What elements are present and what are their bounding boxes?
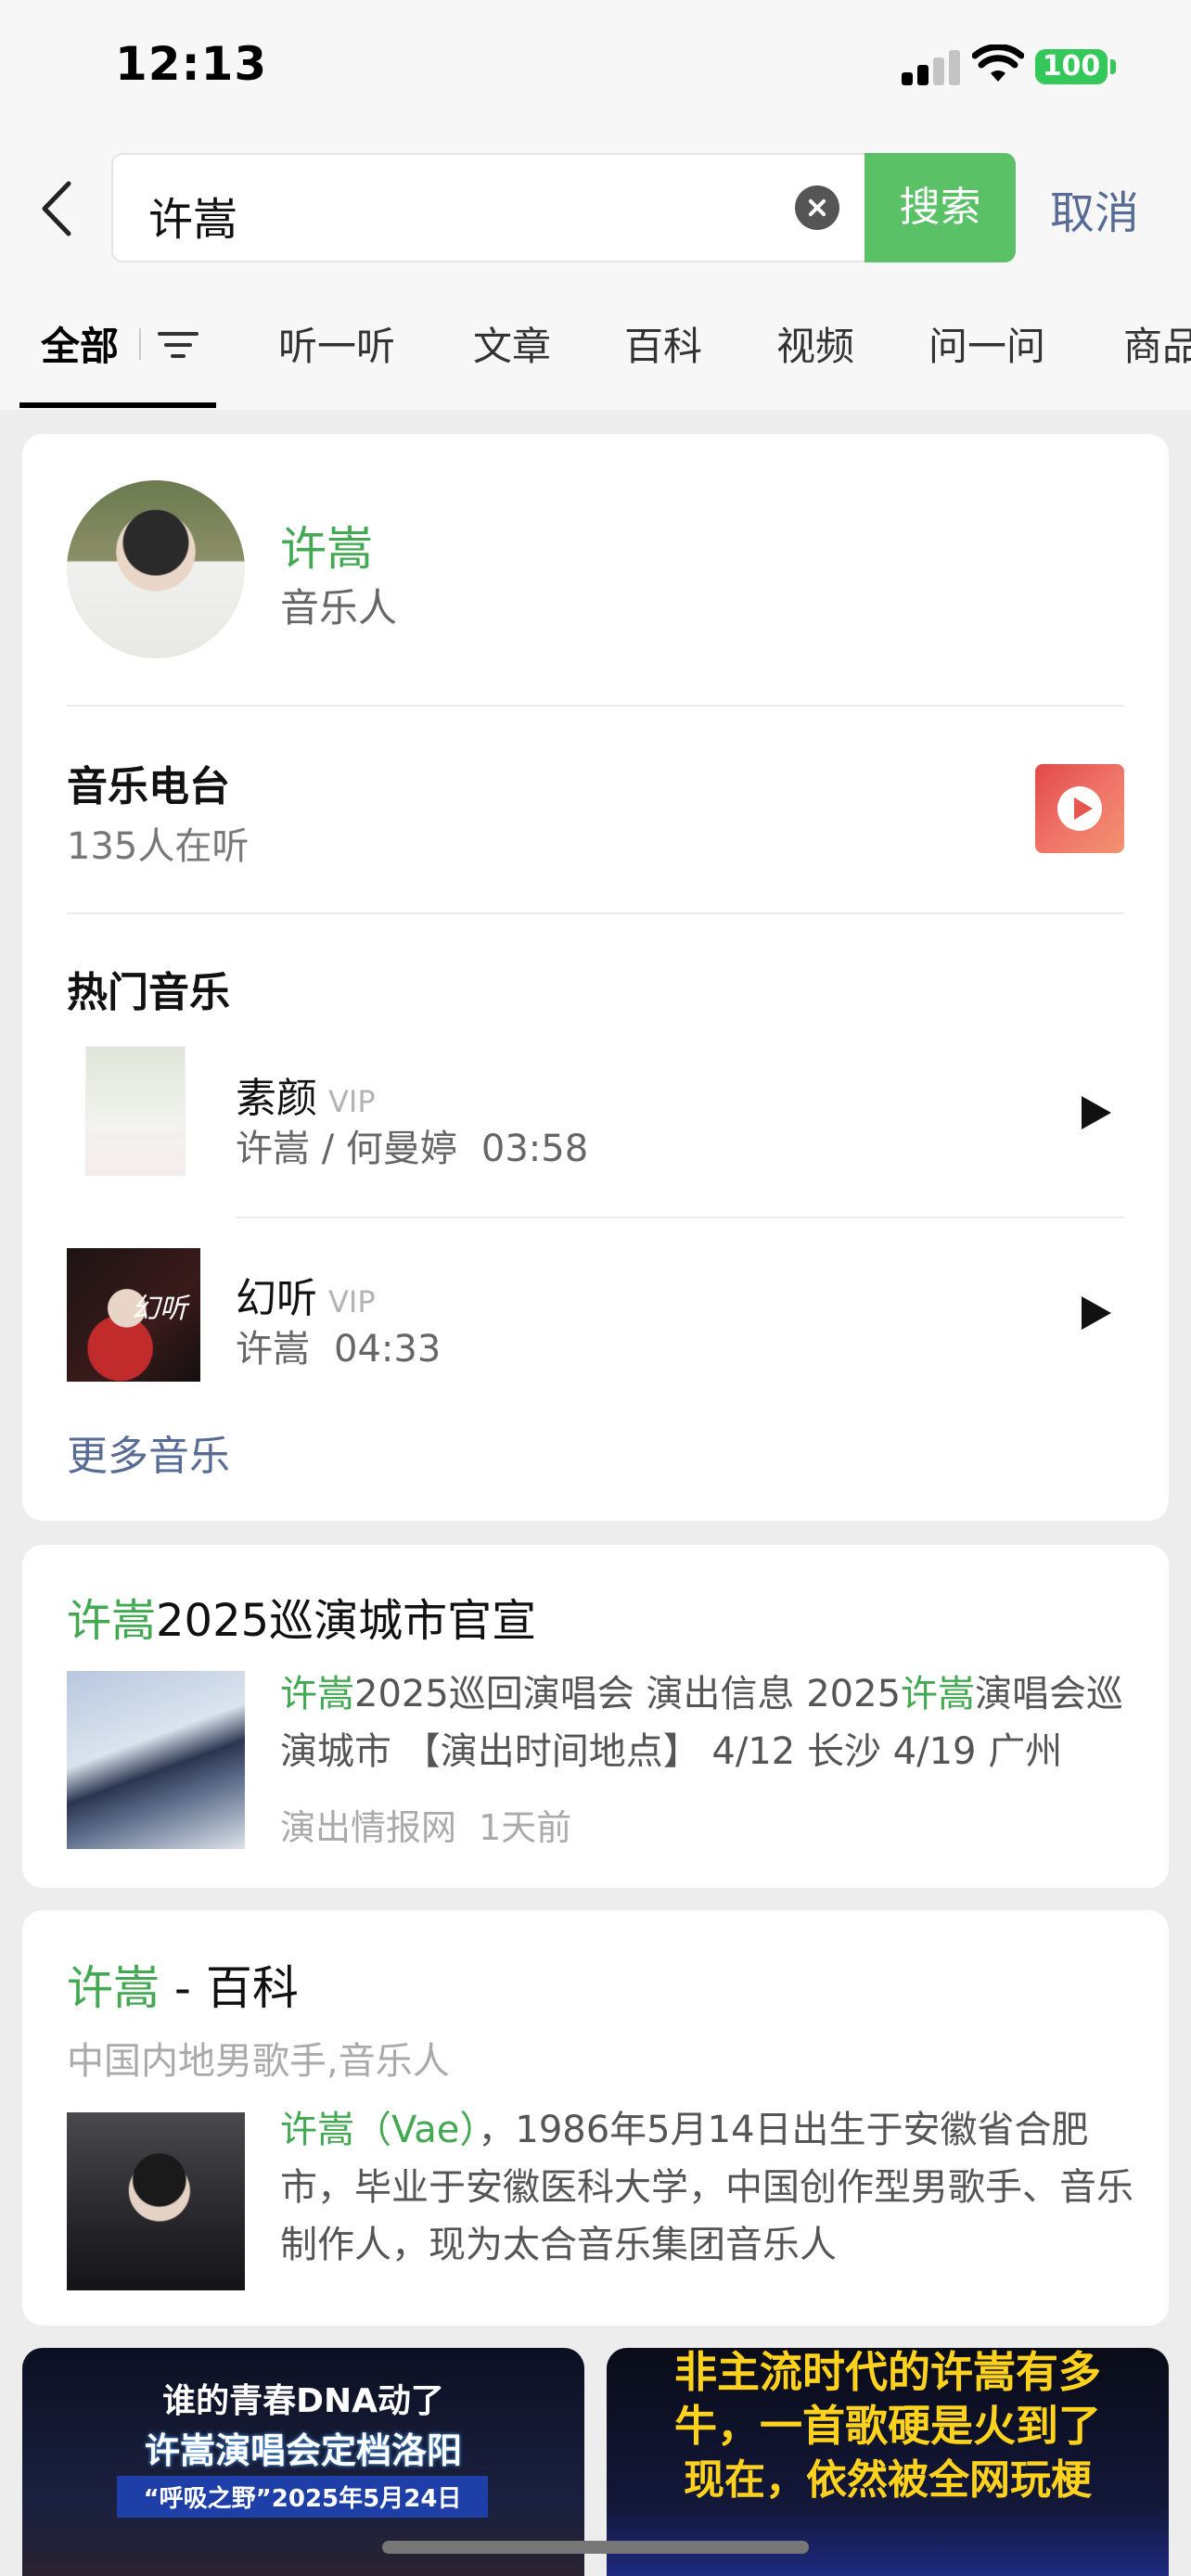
divider [67, 705, 1124, 707]
play-icon[interactable] [1082, 1096, 1111, 1129]
radio-title[interactable]: 音乐电台 [67, 753, 230, 812]
video-caption: 现在，依然被全网玩梗 [684, 2456, 1092, 2504]
battery-icon: 100 [1035, 49, 1108, 84]
baike-title[interactable]: 许嵩 - 百科 [67, 1951, 299, 2018]
search-input[interactable]: 许嵩 [148, 183, 816, 248]
search-button[interactable]: 搜索 [864, 153, 1016, 262]
wifi-icon [972, 45, 1024, 82]
battery-cap [1110, 59, 1116, 74]
tab-all[interactable]: 全部 [41, 315, 119, 372]
article-thumbnail[interactable] [67, 1671, 245, 1849]
more-music-link[interactable]: 更多音乐 [67, 1422, 230, 1482]
cellular-signal-icon [902, 48, 960, 85]
baike-subtitle: 中国内地男歌手,音乐人 [67, 2040, 450, 2083]
baike-thumbnail[interactable] [67, 2112, 245, 2290]
vip-badge: VIP [328, 1084, 376, 1119]
vip-badge: VIP [328, 1284, 376, 1320]
video-caption: 牛，一首歌硬是火到了 [674, 2401, 1101, 2451]
tab-products[interactable]: 商品 [1123, 315, 1191, 372]
song-meta: 许嵩 04:33 [236, 1328, 442, 1371]
video-caption: 许嵩演唱会定档洛阳 [144, 2430, 462, 2471]
active-tab-indicator [19, 402, 216, 408]
tab-divider [139, 328, 141, 360]
tab-articles[interactable]: 文章 [473, 315, 551, 372]
back-icon[interactable] [33, 176, 89, 241]
video-caption: 谁的青春DNA动了 [162, 2382, 444, 2420]
song-title[interactable]: 素颜 VIP [236, 1065, 376, 1124]
radio-play-button[interactable] [1035, 764, 1124, 853]
article-source: 演出情报网 1天前 [280, 1807, 572, 1848]
tab-video[interactable]: 视频 [776, 315, 854, 372]
song-cover-suyan[interactable] [85, 1046, 186, 1176]
baike-snippet: 许嵩（Vae），1986年5月14日出生于安徽省合肥市，毕业于安徽医科大学，中国… [280, 2109, 1133, 2266]
play-icon [1074, 797, 1093, 820]
status-time: 12:13 [115, 37, 268, 91]
song-cover-huanting[interactable]: 幻听 [67, 1248, 200, 1382]
artist-name[interactable]: 许嵩 [280, 512, 373, 579]
artist-avatar[interactable] [67, 480, 245, 658]
divider [67, 912, 1124, 914]
home-indicator[interactable] [382, 2541, 809, 2554]
divider [236, 1217, 1124, 1218]
filter-icon[interactable] [158, 328, 198, 362]
video-caption: “呼吸之野”2025年5月24日 [117, 2476, 488, 2518]
baike-card[interactable]: 许嵩 - 百科 中国内地男歌手,音乐人 许嵩（Vae），1986年5月14日出生… [22, 1910, 1169, 2326]
article-snippet: 许嵩2025巡回演唱会 演出信息 2025许嵩演唱会巡演城市 【演出时间地点】 … [280, 1673, 1124, 1773]
tab-baike[interactable]: 百科 [624, 315, 702, 372]
artist-card: 许嵩 音乐人 音乐电台 135人在听 热门音乐 素颜 VIP 许嵩 / 何曼婷 03… [22, 434, 1169, 1521]
hot-music-title: 热门音乐 [67, 969, 230, 1016]
artist-role: 音乐人 [280, 585, 398, 631]
article-card[interactable]: 许嵩2025巡演城市官宣 许嵩2025巡回演唱会 演出信息 2025许嵩演唱会巡… [22, 1545, 1169, 1888]
tab-bar: 全部 听一听 文章 百科 视频 问一问 商品 [0, 308, 1191, 410]
play-icon[interactable] [1082, 1296, 1111, 1330]
tab-listen[interactable]: 听一听 [278, 315, 395, 372]
song-meta: 许嵩 / 何曼婷 03:58 [236, 1128, 589, 1170]
tab-ask[interactable]: 问一问 [928, 315, 1045, 372]
article-title[interactable]: 许嵩2025巡演城市官宣 [67, 1584, 536, 1649]
song-title[interactable]: 幻听 VIP [236, 1265, 376, 1324]
radio-listeners: 135人在听 [67, 825, 250, 868]
cancel-button[interactable]: 取消 [1050, 176, 1139, 241]
clear-icon[interactable] [795, 185, 839, 230]
